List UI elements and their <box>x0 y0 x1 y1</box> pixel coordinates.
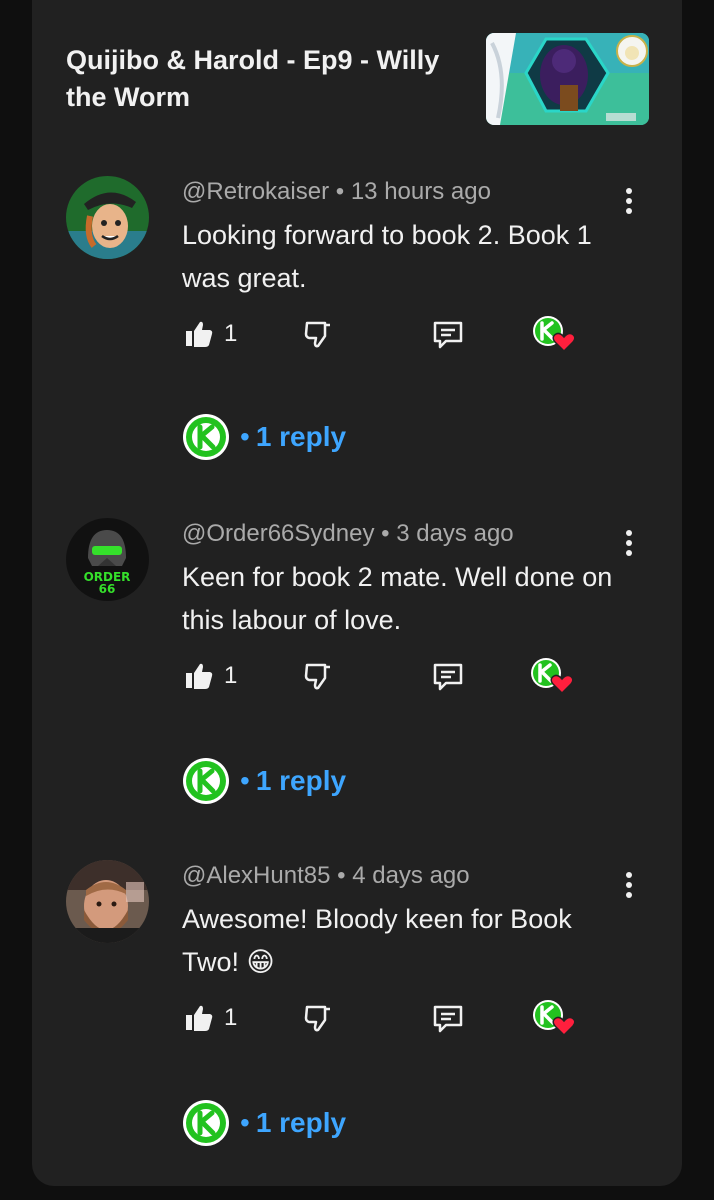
creator-avatar-icon <box>183 414 229 460</box>
avatar[interactable] <box>66 176 149 259</box>
reply-comment-icon <box>433 1005 463 1033</box>
thumbs-down-icon <box>304 663 330 690</box>
reply-separator: • <box>240 765 250 796</box>
comment-author[interactable]: @Order66Sydney <box>182 520 374 547</box>
creator-heart-icon <box>533 1000 576 1037</box>
reply-comment-icon <box>433 321 463 349</box>
reply-separator: • <box>240 1107 250 1138</box>
reply-button[interactable] <box>432 656 464 696</box>
comment-meta: @Retrokaiser • 13 hours ago <box>182 178 491 206</box>
like-count: 1 <box>224 662 238 689</box>
comments-card: Quijibo & Harold - Ep9 - Willy the Worm <box>32 0 682 1186</box>
thumbnail-image <box>486 33 649 125</box>
comment-text: Looking forward to book 2. Book 1 was gr… <box>182 220 592 293</box>
creator-avatar-icon <box>183 1100 229 1146</box>
comment-actions: 1 <box>182 314 602 354</box>
creator-avatar-icon <box>183 758 229 804</box>
thumbs-up-icon <box>186 1005 213 1031</box>
comment-time: 13 hours ago <box>350 178 491 205</box>
dislike-button[interactable] <box>303 998 333 1038</box>
creator-heart-badge <box>532 314 578 354</box>
avatar-text-66: 66 <box>99 582 116 596</box>
more-options-icon[interactable] <box>618 184 640 218</box>
more-options-icon[interactable] <box>618 526 640 560</box>
view-replies-button[interactable]: • 1 reply <box>182 414 346 460</box>
cartoon-man-hat-avatar-icon <box>66 176 149 259</box>
thumbs-up-icon <box>186 321 213 347</box>
comment-actions: 1 <box>182 656 602 696</box>
meta-separator: • <box>381 520 390 547</box>
reply-button[interactable] <box>432 998 464 1038</box>
order66-helmet-avatar-icon: ORDER 66 <box>66 518 149 601</box>
dislike-button[interactable] <box>303 314 333 354</box>
more-options-icon[interactable] <box>618 868 640 902</box>
reply-count[interactable]: 1 reply <box>256 1107 346 1138</box>
meta-separator: • <box>337 862 346 889</box>
avatar[interactable] <box>66 860 149 943</box>
comment-author[interactable]: @Retrokaiser <box>182 178 329 205</box>
view-replies-button[interactable]: • 1 reply <box>182 758 346 804</box>
reply-count[interactable]: 1 reply <box>256 421 346 452</box>
comment-actions: 1 <box>182 998 602 1038</box>
thumbs-up-icon <box>186 663 213 689</box>
comment-time: 3 days ago <box>396 520 514 547</box>
view-replies-button[interactable]: • 1 reply <box>182 1100 346 1146</box>
comment: @AlexHunt85 • 4 days ago Awesome! Bloody… <box>32 860 682 1190</box>
comment-author[interactable]: @AlexHunt85 <box>182 862 330 889</box>
creator-heart-icon <box>531 658 574 695</box>
dislike-button[interactable] <box>303 656 333 696</box>
comment: @Retrokaiser • 13 hours ago Looking forw… <box>32 176 682 506</box>
like-count: 1 <box>224 320 238 347</box>
comment-meta: @AlexHunt85 • 4 days ago <box>182 862 470 890</box>
creator-heart-badge <box>530 656 576 696</box>
reply-button[interactable] <box>432 314 464 354</box>
creator-heart-badge <box>532 998 578 1038</box>
video-thumbnail[interactable] <box>486 33 649 125</box>
video-header[interactable]: Quijibo & Harold - Ep9 - Willy the Worm <box>66 42 466 116</box>
bearded-man-photo-avatar-icon <box>66 860 149 943</box>
like-button[interactable]: 1 <box>184 656 237 696</box>
reply-count[interactable]: 1 reply <box>256 765 346 796</box>
comment-time: 4 days ago <box>352 862 470 889</box>
comment-text: Awesome! Bloody keen for Book Two! 😁 <box>182 904 572 977</box>
comment-meta: @Order66Sydney • 3 days ago <box>182 520 514 548</box>
reply-comment-icon <box>433 663 463 691</box>
comment: ORDER 66 @Order66Sydney • 3 days ago Kee… <box>32 518 682 848</box>
like-button[interactable]: 1 <box>184 314 237 354</box>
video-title[interactable]: Quijibo & Harold - Ep9 - Willy the Worm <box>66 42 466 116</box>
like-button[interactable]: 1 <box>184 998 237 1038</box>
thumbs-down-icon <box>304 321 330 348</box>
reply-separator: • <box>240 421 250 452</box>
comment-text: Keen for book 2 mate. Well done on this … <box>182 562 613 635</box>
creator-heart-icon <box>533 316 576 353</box>
thumbs-down-icon <box>304 1005 330 1032</box>
meta-separator: • <box>335 178 345 205</box>
like-count: 1 <box>224 1004 238 1031</box>
avatar[interactable]: ORDER 66 <box>66 518 149 601</box>
